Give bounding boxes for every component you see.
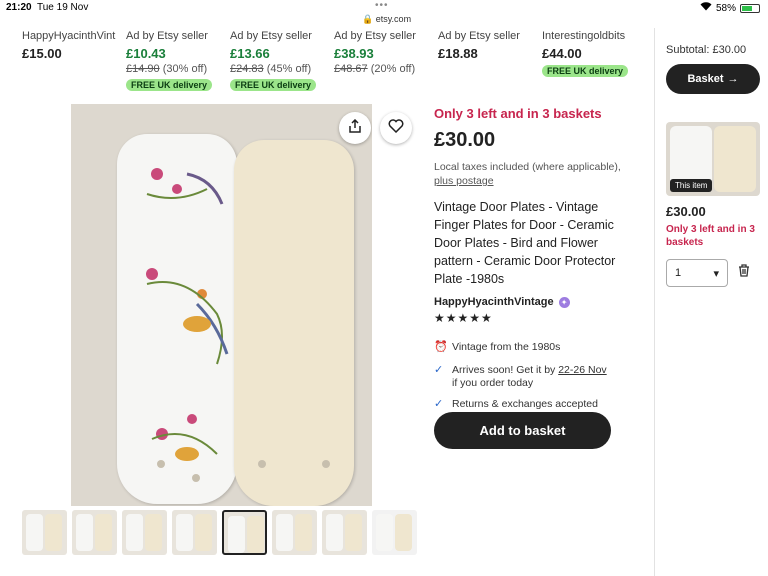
heart-icon [388,118,404,138]
clock-icon: ⏰ [434,341,448,353]
delivery-date-link[interactable]: 22-26 Nov [558,364,606,376]
price-discount: £24.83 (45% off) [230,63,312,75]
product-price: £30.00 [434,129,496,151]
favorite-button[interactable] [380,112,412,144]
trash-icon[interactable] [738,264,750,282]
basket-stock-warning: Only 3 left and in 3 baskets [666,224,755,248]
subtotal: Subtotal: £30.00 [666,44,747,56]
thumbnail[interactable] [122,510,167,555]
thumbnail[interactable] [172,510,217,555]
thumbnail-active[interactable] [222,510,267,555]
seller-name: Ad by Etsy seller [334,30,416,42]
thumbnail-strip [22,510,417,555]
vintage-feature: ⏰ Vintage from the 1980s [434,341,634,354]
product-image[interactable] [71,104,372,506]
basket-panel: Subtotal: £30.00 Basket → This item £30.… [654,28,768,576]
thumbnail[interactable] [72,510,117,555]
wifi-icon [700,2,712,14]
add-to-basket-button[interactable]: Add to basket [434,412,611,449]
carousel-item[interactable]: Ad by Etsy seller £10.43 £14.90 (30% off… [126,30,236,93]
checkmark-icon: ✓ [434,398,444,410]
item-price: £18.88 [438,46,478,61]
seller-name: Ad by Etsy seller [230,30,312,42]
product-details: Only 3 left and in 3 baskets £30.00 Loca… [434,106,634,411]
product-title: Vintage Door Plates - Vintage Finger Pla… [434,200,616,286]
free-delivery-badge: FREE UK delivery [126,79,213,91]
seller-name: HappyHyacinthVint [22,30,116,42]
thumbnail[interactable] [372,510,417,555]
basket-item-price: £30.00 [666,204,706,219]
carousel-item[interactable]: HappyHyacinthVint £15.00 [22,30,132,61]
returns-text: Returns & exchanges accepted [452,398,598,410]
thumbnail[interactable] [272,510,317,555]
free-delivery-badge: FREE UK delivery [542,65,629,77]
seller-name: Ad by Etsy seller [438,30,520,42]
status-indicators: 58% [700,2,760,14]
item-price: £10.43 [126,46,166,61]
price-discount: £48.67 (20% off) [334,63,416,75]
carousel-item[interactable]: Ad by Etsy seller £38.93 £48.67 (20% off… [334,30,444,75]
item-price: £44.00 [542,46,582,61]
carousel-item[interactable]: Ad by Etsy seller £13.66 £24.83 (45% off… [230,30,340,93]
share-button[interactable] [339,112,371,144]
thumbnail[interactable] [22,510,67,555]
item-price: £38.93 [334,46,374,61]
plain-plate-image [234,140,354,506]
chevron-down-icon: ▾ [713,267,719,280]
returns-feature: ✓ Returns & exchanges accepted [434,398,634,411]
price-discount: £14.90 (30% off) [126,63,208,75]
basket-button[interactable]: Basket → [666,64,760,94]
carousel-item[interactable]: Interestingoldbits £44.00 FREE UK delive… [542,30,652,79]
arrow-right-icon: → [727,73,739,85]
status-bar: 21:20 Tue 19 Nov ••• 🔒 etsy.com 58% [0,0,768,24]
share-icon [348,118,362,138]
decorated-plate-image [117,134,237,504]
thumbnail[interactable] [322,510,367,555]
battery-icon [740,3,760,13]
free-delivery-badge: FREE UK delivery [230,79,317,91]
battery-percent: 58% [715,2,736,14]
shop-name-link[interactable]: HappyHyacinthVintage [434,296,554,308]
this-item-label: This item [670,179,713,192]
star-seller-icon: ✦ [558,296,570,308]
clock: 21:20 [6,2,32,13]
url-bar[interactable]: 🔒 etsy.com [362,14,411,25]
item-price: £15.00 [22,46,62,61]
rating-stars[interactable]: ★★★★★ [434,311,634,325]
postage-link[interactable]: plus postage [434,175,494,187]
seller-name: Ad by Etsy seller [126,30,208,42]
vintage-text: Vintage from the 1980s [452,341,561,353]
checkmark-icon: ✓ [434,364,444,376]
stock-warning: Only 3 left and in 3 baskets [434,106,602,121]
quantity-select[interactable]: 1 ▾ [666,259,728,287]
carousel-item[interactable]: Ad by Etsy seller £18.88 [438,30,548,61]
related-items-carousel: HappyHyacinthVint £15.00 Ad by Etsy sell… [22,30,642,100]
item-price: £13.66 [230,46,270,61]
delivery-feature: ✓ Arrives soon! Get it by 22-26 Nov if yo… [434,364,607,389]
quantity-row: 1 ▾ [666,259,768,287]
seller-name: Interestingoldbits [542,30,626,42]
basket-item-image[interactable]: This item [666,122,760,196]
more-dots-icon[interactable]: ••• [375,0,389,11]
date: Tue 19 Nov [37,2,89,13]
shop-info: HappyHyacinthVintage ✦ [434,296,634,308]
url-text: etsy.com [375,14,412,24]
tax-note: Local taxes included (where applicable),… [434,161,621,187]
